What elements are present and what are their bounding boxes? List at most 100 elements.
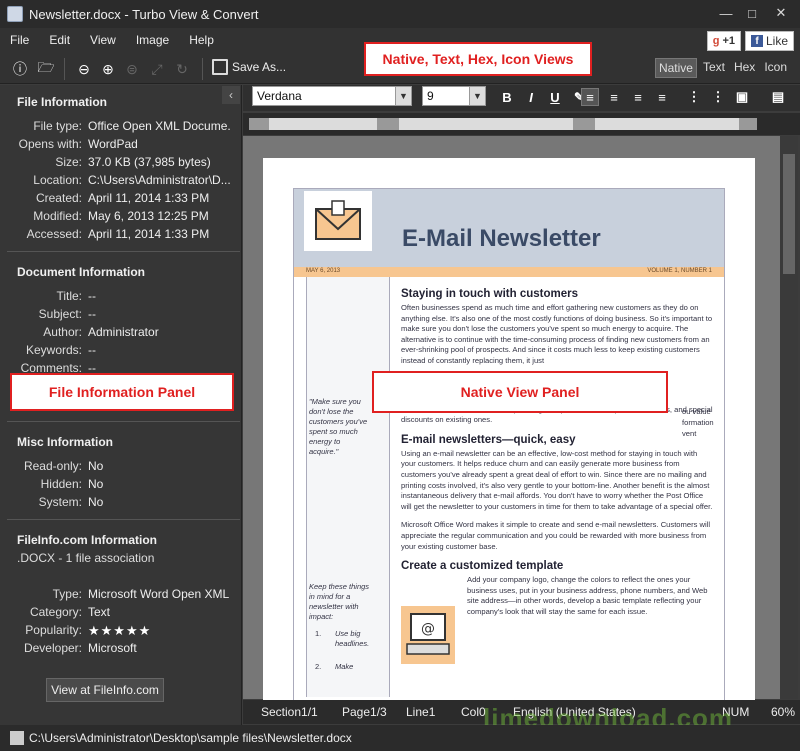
- text-fragment: formation: [682, 418, 714, 427]
- menu-file[interactable]: File: [0, 33, 39, 47]
- align-right-icon[interactable]: ≡: [629, 88, 647, 106]
- title-bar: Newsletter.docx - Turbo View & Convert —…: [0, 0, 800, 28]
- heading: Create a customized template: [401, 560, 564, 573]
- menu-edit[interactable]: Edit: [39, 33, 80, 47]
- view-at-fileinfo-button[interactable]: View at FileInfo.com: [46, 678, 164, 702]
- paragraph: Often businesses spend as much time and …: [401, 303, 713, 365]
- status-col: Col0: [461, 705, 486, 719]
- save-as-label: Save As...: [232, 60, 287, 74]
- zoom-out-icon[interactable]: ⊖: [74, 59, 94, 79]
- gplus-icon: g: [712, 35, 720, 47]
- file-association: .DOCX - 1 file association: [17, 551, 155, 565]
- ruler-strip[interactable]: [269, 118, 739, 130]
- align-left-icon[interactable]: ≡: [581, 88, 599, 106]
- heading: E-mail newsletters—quick, easy: [401, 433, 576, 446]
- document-icon: [10, 731, 24, 745]
- native-panel-callout: Native View Panel: [372, 371, 668, 413]
- page-view-icon[interactable]: ▤: [769, 88, 787, 106]
- window-title: Newsletter.docx - Turbo View & Convert: [29, 6, 259, 22]
- envelope-icon: [304, 191, 372, 251]
- path-bar: C:\Users\Administrator\Desktop\sample fi…: [0, 725, 800, 751]
- status-section: Section1/1: [261, 705, 318, 719]
- numbered-list-icon[interactable]: ⋮: [709, 88, 727, 106]
- collapse-panel-button[interactable]: ‹: [222, 86, 240, 104]
- open-folder-icon[interactable]: 🗁: [36, 59, 56, 79]
- font-select[interactable]: Verdana ▼: [252, 86, 412, 106]
- info-row: Hidden: No: [40, 477, 104, 491]
- tab-icon[interactable]: Icon: [761, 58, 790, 78]
- pull-quote: "Make sure you don't lose the customers …: [309, 397, 368, 456]
- text-fragment: ou value: [682, 407, 711, 416]
- divider: [7, 421, 240, 422]
- sidebar-column: "Make sure you don't lose the customers …: [306, 277, 390, 697]
- gplus-button[interactable]: g +1: [706, 31, 741, 51]
- bold-icon[interactable]: B: [498, 88, 516, 106]
- doc-info-title: Document Information: [17, 265, 145, 279]
- menu-view[interactable]: View: [80, 33, 126, 47]
- popularity-stars: ★★★★★: [88, 623, 152, 638]
- file-path: C:\Users\Administrator\Desktop\sample fi…: [29, 731, 352, 745]
- bullet-list-icon[interactable]: ⋮: [685, 88, 703, 106]
- info-row: File type: Office Open XML Docume...: [33, 119, 230, 133]
- vertical-scrollbar[interactable]: [780, 136, 798, 699]
- fileinfo-com-title: FileInfo.com Information: [17, 533, 157, 547]
- info-row: Read-only: No: [23, 459, 104, 473]
- font-size-value: 9: [427, 89, 434, 103]
- text-fragment: vent: [682, 429, 697, 438]
- info-row: Keywords: --: [25, 343, 96, 357]
- save-icon: [212, 59, 228, 75]
- info-row: Created: April 11, 2014 1:33 PM: [35, 191, 210, 205]
- sidebar-list-item: Make: [335, 662, 354, 671]
- align-center-icon[interactable]: ≡: [605, 88, 623, 106]
- font-size-select[interactable]: 9 ▼: [422, 86, 486, 106]
- tab-hex[interactable]: Hex: [731, 58, 758, 78]
- divider: [7, 519, 240, 520]
- info-row: Title: --: [56, 289, 96, 303]
- info-row: Author: Administrator: [43, 325, 159, 339]
- computer-icon: @: [401, 606, 455, 664]
- rotate-icon[interactable]: ↻: [172, 59, 192, 79]
- info-row: Opens with: WordPad: [18, 137, 138, 151]
- info-row: Developer: Microsoft: [23, 641, 137, 655]
- checklist-icon[interactable]: ▣: [733, 88, 751, 106]
- minimize-button[interactable]: —: [714, 3, 738, 23]
- justify-icon[interactable]: ≡: [653, 88, 671, 106]
- save-as-button[interactable]: Save As...: [212, 59, 286, 75]
- divider: [7, 251, 240, 252]
- underline-icon[interactable]: U: [546, 88, 564, 106]
- view-tabs: Native Text Hex Icon: [652, 58, 790, 78]
- newsletter-body: Staying in touch with customers Often bu…: [401, 288, 713, 625]
- italic-icon[interactable]: I: [522, 88, 540, 106]
- status-line: Line1: [406, 705, 436, 719]
- facebook-icon: f: [750, 35, 763, 47]
- zoom-in-icon[interactable]: ⊕: [98, 59, 118, 79]
- info-row: System: No: [38, 495, 104, 509]
- status-zoom: 60%: [771, 705, 796, 719]
- info-row: Type: Microsoft Word Open XML...: [52, 587, 230, 601]
- facebook-like-label: Like: [765, 34, 788, 48]
- info-row: Subject: --: [38, 307, 96, 321]
- file-info-title: File Information: [17, 95, 107, 109]
- chevron-down-icon: ▼: [395, 87, 411, 105]
- menu-help[interactable]: Help: [179, 33, 224, 47]
- paragraph: Using an e-mail newsletter can be an eff…: [401, 448, 713, 511]
- info-row: Category: Text: [29, 605, 111, 619]
- tab-native[interactable]: Native: [654, 58, 697, 78]
- sidebar-note: Keep these things in mind for a newslett…: [309, 582, 370, 621]
- paragraph: Microsoft Office Word makes it simple to…: [401, 520, 711, 551]
- facebook-like-button[interactable]: f Like: [744, 31, 794, 51]
- fullscreen-icon[interactable]: ⤢: [147, 59, 167, 79]
- info-icon[interactable]: ⓘ: [10, 59, 30, 79]
- views-callout: Native, Text, Hex, Icon Views: [364, 42, 592, 76]
- native-view-panel[interactable]: E-Mail Newsletter MAY 6, 2013 VOLUME 1, N…: [243, 136, 780, 703]
- scroll-thumb[interactable]: [783, 154, 795, 274]
- close-button[interactable]: ✕: [766, 3, 796, 23]
- info-row: Accessed: April 11, 2014 1:33 PM: [26, 227, 210, 241]
- menu-image[interactable]: Image: [126, 33, 179, 47]
- paragraph: Add your company logo, change the colors…: [467, 575, 708, 616]
- maximize-button[interactable]: □: [740, 3, 764, 23]
- tab-text[interactable]: Text: [700, 58, 728, 78]
- svg-text:@: @: [421, 621, 435, 637]
- info-row: Location: C:\Users\Administrator\D...: [33, 173, 230, 187]
- fit-icon[interactable]: ⊜: [122, 59, 142, 79]
